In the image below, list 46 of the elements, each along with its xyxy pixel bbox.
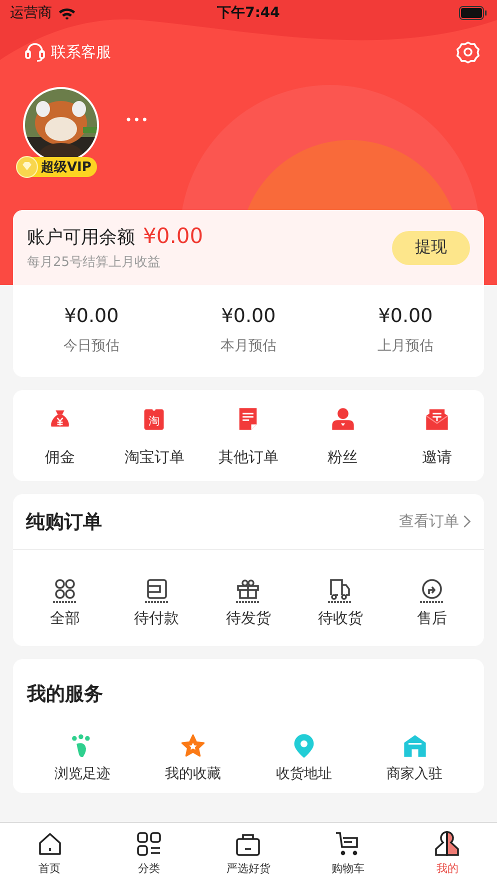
status-time: 下午7:44 <box>216 4 281 22</box>
person-icon <box>330 406 356 432</box>
tab-bar-item[interactable]: 分类 <box>104 830 194 876</box>
estimate-label: 今日预估 <box>64 337 120 355</box>
quick-link[interactable]: 邀请 <box>392 406 482 467</box>
estimate-amount: ¥0.00 <box>378 305 433 327</box>
house-icon <box>402 733 428 759</box>
tab-bar-item[interactable]: 首页 <box>4 830 95 876</box>
service-button[interactable]: 收货地址 <box>254 733 354 783</box>
grid-icon <box>135 830 164 858</box>
settings-button[interactable] <box>455 39 481 65</box>
order-status-button[interactable]: 待付款 <box>116 577 197 628</box>
quick-link[interactable]: 佣金 <box>15 406 106 467</box>
vip-label: 超级VIP <box>41 159 92 176</box>
settings-icon <box>456 40 480 64</box>
withdraw-button[interactable]: 提现 <box>392 230 470 264</box>
star-icon <box>180 733 206 759</box>
order-status-button[interactable]: 待发货 <box>208 577 288 628</box>
estimate-amount: ¥0.00 <box>221 305 276 327</box>
quick-link[interactable]: 淘 淘宝订单 <box>109 406 200 467</box>
services-title: 我的服务 <box>27 682 104 707</box>
tab-bar-item[interactable]: 购物车 <box>302 830 393 876</box>
order-status-button[interactable]: 待收货 <box>300 577 380 628</box>
balance-amount: ¥0.00 <box>143 224 204 248</box>
service-button[interactable]: 浏览足迹 <box>32 733 132 783</box>
orders-title: 纯购订单 <box>26 510 102 534</box>
settlement-note: 每月25号结算上月收益 <box>27 254 162 271</box>
wifi-icon <box>58 6 76 20</box>
order-status-button[interactable]: 全部 <box>24 577 105 628</box>
person-icon <box>433 830 462 858</box>
view-orders-link[interactable]: 查看订单 <box>399 512 471 531</box>
chevron-right-icon <box>463 515 471 528</box>
estimate-amount: ¥0.00 <box>64 305 119 327</box>
balance-label: 账户可用余额 <box>27 226 135 249</box>
estimate-label: 本月预估 <box>220 337 276 355</box>
service-button[interactable]: 商家入驻 <box>364 733 465 783</box>
carrier-label: 运营商 <box>10 4 52 22</box>
tab-bar-item[interactable]: 我的 <box>402 830 492 876</box>
quick-link[interactable]: 其他订单 <box>203 406 294 467</box>
battery-icon <box>459 6 487 20</box>
order-status-button[interactable]: 售后 <box>392 577 472 628</box>
tab-bar-item[interactable]: 严选好货 <box>203 830 294 876</box>
service-button[interactable]: 我的收藏 <box>143 733 244 783</box>
estimate-label: 上月预估 <box>378 337 434 355</box>
headset-icon <box>23 40 47 64</box>
quick-link[interactable]: 粉丝 <box>298 406 388 467</box>
